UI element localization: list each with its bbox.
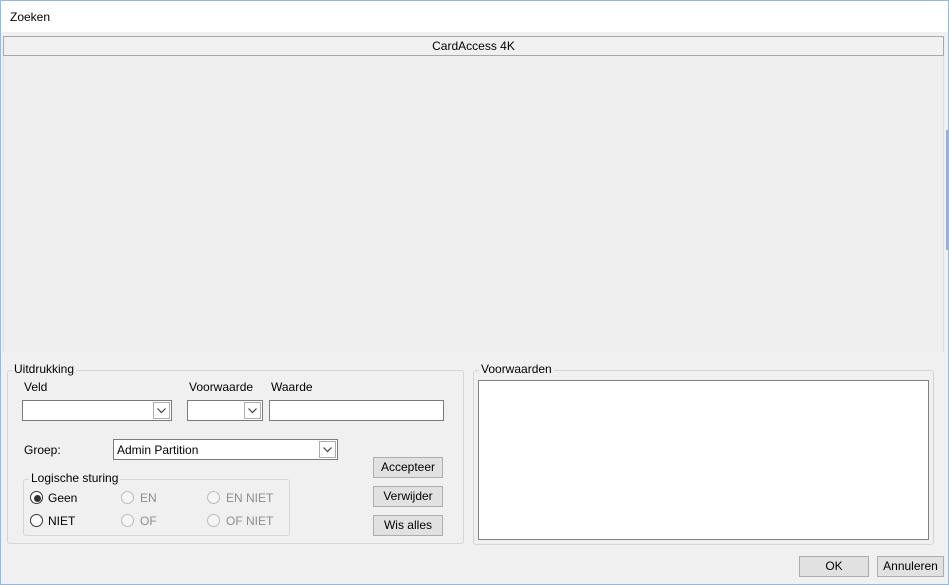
logic-radio-en[interactable] [121,491,134,504]
logic-radio-en-niet[interactable] [207,491,220,504]
field-combobox[interactable] [22,400,172,421]
chevron-down-icon[interactable] [244,402,261,419]
logic-radio-of-niet-label[interactable]: OF NIET [226,514,273,528]
logic-radio-niet[interactable] [30,514,43,527]
logic-group-title: Logische sturing [29,471,121,485]
condition-combobox[interactable] [187,400,263,421]
logic-radio-of-niet[interactable] [207,514,220,527]
window-title: Zoeken [10,10,51,24]
clear-all-button[interactable]: Wis alles [373,515,443,536]
chevron-down-icon[interactable] [319,441,336,458]
ok-button[interactable]: OK [799,556,869,577]
cancel-button[interactable]: Annuleren [877,556,944,577]
value-label: Waarde [271,380,313,394]
group-combobox[interactable]: Admin Partition [113,439,338,460]
title-bar: Zoeken [1,1,948,32]
group-label: Groep: [24,443,61,457]
group-combobox-value: Admin Partition [117,443,199,457]
logic-radio-of-label[interactable]: OF [140,514,157,528]
logic-radio-geen[interactable] [30,491,43,504]
logic-radio-en-label[interactable]: EN [140,491,157,505]
chevron-down-icon[interactable] [153,402,170,419]
logic-radio-geen-label[interactable]: Geen [48,491,77,505]
conditions-group-title: Voorwaarden [479,362,554,376]
expression-group-title: Uitdrukking [12,362,77,376]
value-input[interactable] [269,400,444,421]
accept-button[interactable]: Accepteer [373,457,443,478]
window-edge-highlight [946,130,948,250]
logic-radio-niet-label[interactable]: NIET [48,514,75,528]
logic-radio-of[interactable] [121,514,134,527]
logic-radio-en-niet-label[interactable]: EN NIET [226,491,273,505]
condition-label: Voorwaarde [189,380,254,394]
conditions-listbox[interactable] [478,380,929,540]
header-tab[interactable]: CardAccess 4K [3,36,944,56]
field-label: Veld [24,380,48,394]
delete-button[interactable]: Verwijder [373,486,443,507]
results-area [3,56,944,352]
